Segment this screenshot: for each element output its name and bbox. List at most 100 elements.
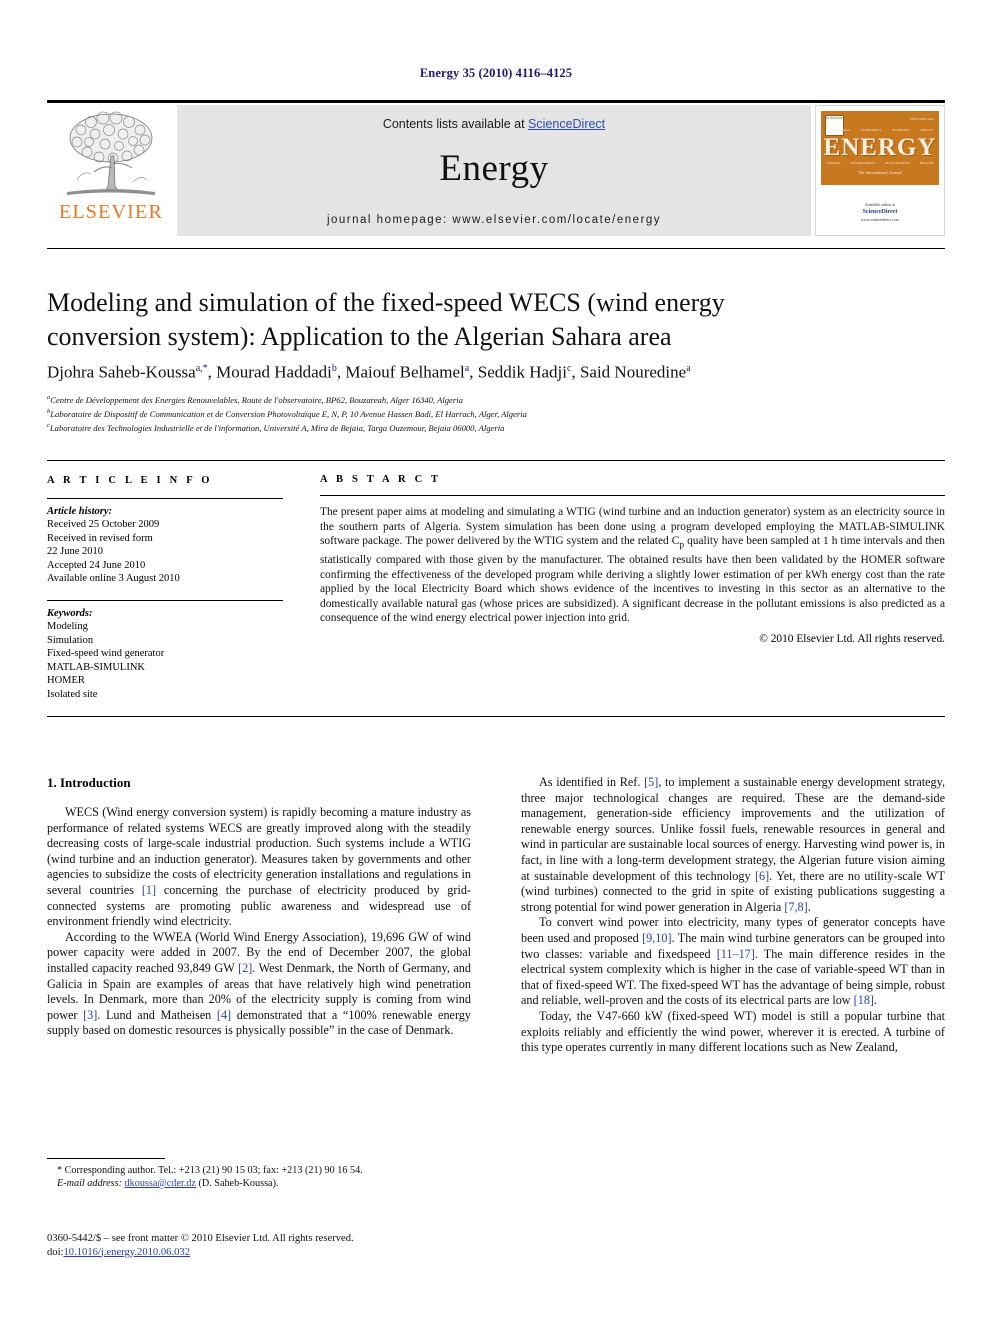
contents-available-line: Contents lists available at ScienceDirec… [177, 117, 811, 131]
affiliation-text: Laboratoire des Technologies Industriell… [49, 422, 505, 433]
citation-link[interactable]: [5] [644, 775, 658, 789]
affiliation-text: Centre de Développement des Energies Ren… [50, 394, 463, 405]
abstract-body: The present paper aims at modeling and s… [320, 505, 945, 626]
cover-topic: PLANNING [892, 128, 910, 132]
article-info-rule [47, 497, 283, 499]
affiliation-list: aCentre de Développement des Energies Re… [47, 392, 927, 434]
abstract-box-top-rule [47, 460, 945, 461]
cover-sd-line3: www.sciencedirect.com [860, 217, 900, 222]
history-item: Received 25 October 2009 [47, 519, 160, 530]
elsevier-tree-icon [67, 111, 155, 195]
paragraph-text: As identified in Ref. [539, 775, 645, 789]
keywords-label: Keywords: [47, 607, 93, 619]
article-history-label: Article history: [47, 505, 113, 517]
cover-topic: ECONOMICS [861, 128, 882, 132]
history-item: 22 June 2010 [47, 546, 103, 557]
body-column-right: As identified in Ref. [5], to implement … [521, 775, 945, 1056]
article-info-panel: A R T I C L E I N F O Article history: R… [47, 474, 305, 701]
keywords-block: Keywords: Modeling Simulation Fixed-spee… [47, 599, 305, 702]
affiliation-item: cLaboratoire des Technologies Industriel… [47, 420, 927, 434]
cover-subtitle: The International Journal [858, 170, 902, 175]
history-item: Received in revised form [47, 532, 153, 544]
paragraph-text: . [873, 993, 878, 1008]
email-link[interactable]: dkoussa@cder.dz [125, 1178, 196, 1189]
citation-link[interactable]: [18] [854, 993, 874, 1007]
paragraph-text: . [807, 899, 811, 914]
article-info-heading: A R T I C L E I N F O [47, 475, 213, 486]
title-separator-rule [47, 248, 945, 249]
doi-label: doi: [47, 1246, 64, 1258]
contents-prefix: Contents lists available at [382, 117, 529, 131]
cover-topic: TECHNOLOGY [827, 128, 851, 132]
abstract-panel: A B S T A R C T The present paper aims a… [320, 474, 945, 645]
elsevier-wordmark: ELSEVIER [58, 201, 164, 223]
cover-orange-band: ELSEVIER ISSN 0360-5442 TECHNOLOGY ECONO… [821, 111, 939, 185]
author-list: Djohra Saheb-Koussaa,*, Mourad Haddadib,… [47, 362, 691, 382]
keyword-item: MATLAB-SIMULINK [47, 661, 145, 673]
author-name: Maiouf Belhamel [345, 362, 465, 382]
keywords-rule [47, 599, 283, 601]
footnote-rule [47, 1158, 165, 1159]
author-name: Said Nouredine [579, 362, 687, 382]
citation-link[interactable]: [1] [142, 883, 156, 897]
journal-band: Contents lists available at ScienceDirec… [177, 105, 811, 236]
imprint-block: 0360-5442/$ – see front matter © 2010 El… [47, 1232, 487, 1259]
keyword-item: Simulation [47, 634, 94, 646]
doi-link[interactable]: 10.1016/j.energy.2010.06.032 [63, 1247, 190, 1258]
abstract-rule [320, 495, 945, 496]
email-label: E-mail address: [57, 1178, 122, 1189]
issn-copyright-line: 0360-5442/$ – see front matter © 2010 El… [47, 1233, 354, 1244]
citation-link[interactable]: [2] [238, 961, 252, 975]
cover-sciencedirect-logo: Available online at ScienceDirect www.sc… [816, 202, 944, 223]
history-item: Accepted 24 June 2010 [47, 559, 146, 571]
citation-link[interactable]: [6] [755, 869, 769, 883]
cover-topic: POLICY [920, 128, 933, 132]
sciencedirect-link[interactable]: ScienceDirect [528, 117, 605, 131]
cover-topic: ENVIRONMENT [850, 161, 876, 165]
paragraph: According to the WWEA (World Wind Energy… [47, 930, 471, 1039]
journal-cover-thumbnail[interactable]: ELSEVIER ISSN 0360-5442 TECHNOLOGY ECONO… [815, 105, 945, 236]
masthead-top-rule [47, 100, 945, 103]
affiliation-item: aCentre de Développement des Energies Re… [47, 392, 927, 406]
author-affiliation-mark: a,* [195, 363, 208, 374]
author-name: Mourad Haddadi [216, 362, 332, 382]
cover-title: ENERGY [823, 134, 937, 161]
author-affiliation-mark: a [686, 363, 691, 374]
paragraph: To convert wind power into electricity, … [521, 915, 945, 1009]
article-history: Article history: Received 25 October 200… [47, 505, 305, 586]
keyword-item: Isolated site [47, 688, 98, 700]
paragraph: WECS (Wind energy conversion system) is … [47, 805, 471, 930]
section-heading-introduction: 1. Introduction [47, 775, 131, 790]
author-name: Seddik Hadji [477, 362, 567, 382]
corresponding-author-note: * Corresponding author. Tel.: +213 (21) … [57, 1165, 363, 1176]
cover-sd-line2: ScienceDirect [862, 209, 898, 215]
keyword-item: Modeling [47, 621, 88, 632]
cover-topic: ENERGY [827, 161, 841, 165]
abstract-heading: A B S T A R C T [320, 474, 442, 485]
body-column-left: 1. Introduction WECS (Wind energy conver… [47, 775, 471, 1039]
citation-link[interactable]: [4] [217, 1008, 231, 1022]
citation-link[interactable]: [3] [83, 1008, 97, 1022]
paragraph-text: . Lund and Matheisen [97, 1007, 217, 1022]
keyword-item: Fixed-speed wind generator [47, 648, 165, 659]
history-item: Available online 3 August 2010 [47, 573, 180, 584]
citation-link[interactable]: [11–17] [717, 947, 755, 961]
author-name: Djohra Saheb-Koussa [47, 362, 196, 382]
affiliation-item: bLaboratoire de Dispositif de Communicat… [47, 406, 927, 420]
cover-topics-bottom: ENERGY ENVIRONMENT MANAGEMENT HEALTH [827, 161, 933, 165]
cover-topic: MANAGEMENT [885, 161, 910, 165]
email-note: E-mail address: dkoussa@cder.dz (D. Sahe… [47, 1177, 471, 1190]
email-suffix: (D. Saheb-Koussa). [198, 1178, 279, 1189]
paper-page: Energy 35 (2010) 4116–4125 ELSEVIER Cont… [0, 0, 992, 1323]
journal-masthead: ELSEVIER Contents lists available at Sci… [47, 100, 945, 236]
citation-link[interactable]: [7,8] [784, 900, 807, 914]
page-title: Modeling and simulation of the fixed-spe… [47, 288, 725, 351]
affiliation-text: Laboratoire de Dispositif de Communicati… [50, 408, 527, 419]
abstract-copyright: © 2010 Elsevier Ltd. All rights reserved… [759, 633, 945, 646]
citation-link[interactable]: [9,10] [642, 931, 671, 945]
paragraph-text: , to implement a sustainable energy deve… [521, 775, 946, 883]
cover-topic: HEALTH [919, 161, 933, 165]
journal-homepage-line[interactable]: journal homepage: www.elsevier.com/locat… [177, 214, 811, 226]
keyword-item: HOMER [47, 675, 85, 686]
cover-issn: ISSN 0360-5442 [910, 117, 934, 121]
